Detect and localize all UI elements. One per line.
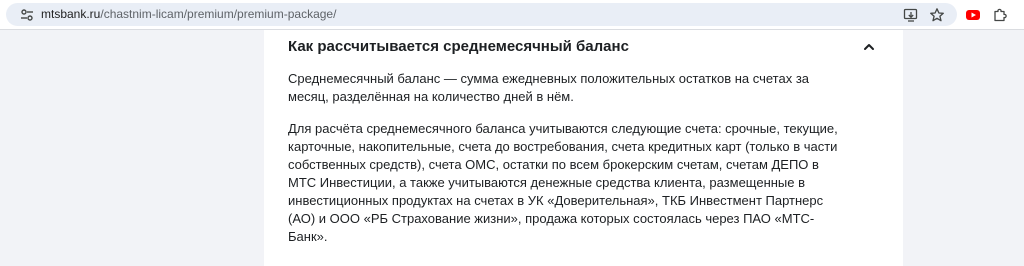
star-icon[interactable] — [929, 7, 945, 23]
accordion-paragraph: Среднемесячный баланс — сумма ежедневных… — [288, 71, 810, 104]
url-text[interactable]: mtsbank.ru/chastnim-licam/premium/premiu… — [41, 7, 336, 22]
accordion-paragraph: Для расчёта среднемесячного баланса учит… — [288, 121, 838, 244]
youtube-icon[interactable] — [965, 7, 981, 23]
address-bar[interactable]: mtsbank.ru/chastnim-licam/premium/premiu… — [6, 3, 957, 26]
puzzle-icon[interactable] — [992, 7, 1008, 23]
url-path: /chastnim-licam/premium/premium-package/ — [100, 7, 337, 21]
install-app-icon[interactable] — [903, 7, 919, 23]
site-settings-icon[interactable] — [20, 8, 34, 22]
chevron-up-icon[interactable] — [860, 38, 878, 56]
faq-accordion: Как рассчитывается среднемесячный баланс… — [264, 30, 903, 266]
url-host: mtsbank.ru — [41, 7, 101, 21]
accordion-title[interactable]: Как рассчитывается среднемесячный баланс — [288, 37, 629, 57]
browser-toolbar: mtsbank.ru/chastnim-licam/premium/premiu… — [0, 0, 1024, 30]
